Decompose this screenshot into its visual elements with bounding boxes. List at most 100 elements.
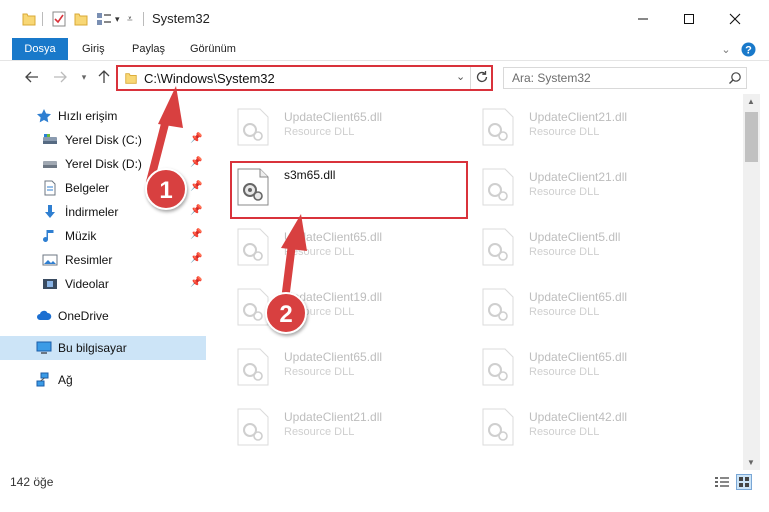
nav-label: İndirmeler — [65, 205, 119, 219]
file-name: UpdateClient65.dll — [284, 230, 383, 244]
title-bar: ▾ ⩡ System32 — [0, 0, 769, 38]
tiles-view-icon[interactable] — [736, 474, 752, 490]
nav-network[interactable]: Ağ — [0, 368, 206, 392]
step-badge-2: 2 — [265, 292, 307, 334]
nav-label: Müzik — [65, 229, 97, 243]
nav-label: OneDrive — [58, 309, 109, 323]
search-placeholder: Ara: System32 — [512, 71, 591, 85]
address-bar[interactable]: C:\Windows\System32 ⌄ — [116, 65, 493, 91]
file-name: UpdateClient21.dll — [529, 110, 628, 124]
back-button[interactable] — [22, 67, 42, 87]
download-arrow-icon — [45, 205, 55, 218]
picture-icon — [42, 254, 58, 266]
details-view-icon[interactable] — [714, 476, 730, 489]
dll-file-icon — [237, 108, 269, 146]
nav-label: Hızlı erişim — [58, 109, 118, 123]
file-tile[interactable]: UpdateClient65.dll Resource DLL — [212, 338, 457, 396]
help-icon[interactable]: ? — [739, 40, 757, 58]
file-tile[interactable]: UpdateClient65.dll Resource DLL — [212, 98, 457, 156]
nav-this-pc[interactable]: Bu bilgisayar — [0, 336, 206, 360]
pin-icon[interactable]: 📌 — [190, 253, 202, 264]
properties-icon[interactable] — [52, 10, 66, 28]
dll-file-icon — [237, 348, 269, 386]
scroll-up-icon[interactable]: ▲ — [747, 97, 755, 106]
chevron-down-icon[interactable]: ▾ — [115, 10, 120, 28]
file-highlight-box — [230, 161, 468, 219]
item-count: 142 öğe — [10, 475, 54, 489]
pin-icon[interactable]: 📌 — [190, 277, 202, 288]
folder-icon — [125, 73, 137, 84]
file-tile[interactable]: UpdateClient65.dll Resource DLL — [212, 218, 457, 276]
customize-toolbar-icon[interactable]: ⩡ — [127, 10, 133, 28]
expand-ribbon-icon[interactable]: ⌄ — [717, 40, 735, 58]
nav-label: Yerel Disk (D:) — [65, 157, 142, 171]
file-description: Resource DLL — [529, 186, 600, 198]
nav-item-music[interactable]: Müzik 📌 — [0, 224, 206, 248]
tab-share[interactable]: Paylaş — [132, 38, 165, 60]
dll-file-icon — [482, 348, 514, 386]
file-description: Resource DLL — [284, 246, 355, 258]
file-name: UpdateClient65.dll — [529, 290, 628, 304]
step-badge-1: 1 — [145, 168, 187, 210]
minimize-button[interactable] — [620, 5, 666, 33]
pin-icon[interactable]: 📌 — [190, 205, 202, 216]
pin-icon[interactable]: 📌 — [190, 133, 202, 144]
forward-button[interactable] — [50, 67, 70, 87]
document-icon — [44, 180, 56, 196]
pin-icon[interactable]: 📌 — [190, 181, 202, 192]
dll-file-icon — [482, 168, 514, 206]
drive-icon — [43, 161, 57, 168]
view-options-icon[interactable] — [96, 10, 112, 28]
file-tile[interactable]: UpdateClient21.dll Resource DLL — [457, 98, 702, 156]
pin-icon[interactable]: 📌 — [190, 229, 202, 240]
file-name: UpdateClient5.dll — [529, 230, 621, 244]
file-tile[interactable]: UpdateClient42.dll Resource DLL — [457, 398, 702, 456]
nav-item-pictures[interactable]: Resimler 📌 — [0, 248, 206, 272]
refresh-icon[interactable] — [475, 70, 489, 87]
tab-file[interactable]: Dosya — [12, 38, 68, 60]
film-icon — [43, 279, 57, 289]
nav-label: Belgeler — [65, 181, 110, 195]
file-description: Resource DLL — [529, 126, 600, 138]
drive-icon — [43, 134, 57, 144]
nav-item-videos[interactable]: Videolar 📌 — [0, 272, 206, 296]
new-folder-icon[interactable] — [74, 10, 88, 28]
file-tile[interactable]: UpdateClient5.dll Resource DLL — [457, 218, 702, 276]
address-path: C:\Windows\System32 — [144, 71, 275, 86]
file-tile[interactable]: UpdateClient19.dll Resource DLL — [212, 278, 457, 336]
dll-file-icon — [482, 108, 514, 146]
address-dropdown-icon[interactable]: ⌄ — [456, 70, 465, 83]
file-tile[interactable]: UpdateClient65.dll Resource DLL — [457, 338, 702, 396]
file-name: UpdateClient42.dll — [529, 410, 628, 424]
file-tile[interactable]: UpdateClient21.dll Resource DLL — [457, 158, 702, 216]
scroll-down-icon[interactable]: ▼ — [747, 458, 755, 467]
network-icon — [36, 372, 49, 387]
up-button[interactable] — [94, 67, 114, 87]
scrollbar-thumb[interactable] — [745, 112, 758, 162]
nav-onedrive[interactable]: OneDrive — [0, 304, 206, 328]
file-description: Resource DLL — [284, 126, 355, 138]
recent-locations-icon[interactable]: ▾ — [74, 67, 94, 87]
close-button[interactable] — [712, 5, 758, 33]
tab-home[interactable]: Giriş — [82, 38, 105, 60]
file-description: Resource DLL — [284, 426, 355, 438]
file-tile[interactable]: UpdateClient65.dll Resource DLL — [457, 278, 702, 336]
nav-quick-access[interactable]: Hızlı erişim — [0, 104, 206, 128]
nav-item-disk-c[interactable]: Yerel Disk (C:) 📌 — [0, 128, 206, 152]
pin-icon[interactable]: 📌 — [190, 157, 202, 168]
file-tile[interactable]: UpdateClient21.dll Resource DLL — [212, 398, 457, 456]
file-description: Resource DLL — [529, 366, 600, 378]
music-note-icon — [43, 230, 54, 242]
file-name: UpdateClient65.dll — [284, 350, 383, 364]
status-bar: 142 öğe — [0, 470, 769, 494]
vertical-scrollbar[interactable]: ▲ ▼ — [743, 94, 760, 470]
file-description: Resource DLL — [529, 246, 600, 258]
search-input[interactable]: Ara: System32 — [503, 67, 747, 89]
maximize-button[interactable] — [666, 5, 712, 33]
dll-file-icon — [482, 228, 514, 266]
file-list: UpdateClient65.dll Resource DLL s3m65.dl… — [208, 94, 743, 470]
file-name: UpdateClient21.dll — [529, 170, 628, 184]
search-icon[interactable] — [728, 71, 742, 85]
tab-view[interactable]: Görünüm — [190, 38, 236, 60]
svg-text:?: ? — [745, 44, 752, 56]
